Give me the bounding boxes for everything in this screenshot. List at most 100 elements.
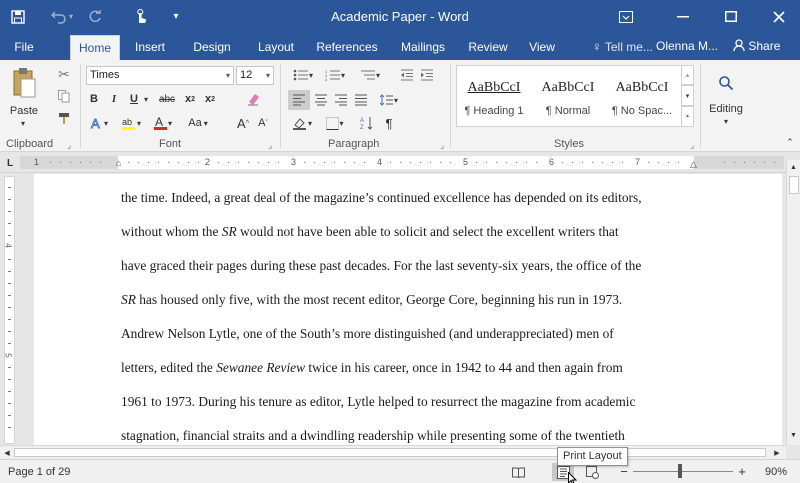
shrink-font-label: A — [258, 117, 266, 129]
clear-formatting-icon[interactable] — [244, 90, 264, 108]
clipboard-launcher-icon[interactable]: ⌟ — [67, 140, 71, 151]
font-size-combo[interactable]: 12 ▾ — [236, 66, 274, 85]
tab-insert[interactable]: Insert — [124, 35, 176, 60]
shading-icon[interactable]: ▾ — [288, 114, 316, 132]
read-mode-icon[interactable] — [510, 464, 526, 480]
page-count[interactable]: Page 1 of 29 — [8, 465, 70, 479]
tab-selector-icon[interactable]: L — [4, 157, 16, 169]
indent-marker-icon[interactable]: ⌂ — [114, 156, 123, 169]
zoom-in-button[interactable]: + — [736, 463, 748, 479]
zoom-level[interactable]: 90% — [760, 465, 792, 479]
tell-me-search[interactable]: ♀ Tell me... — [592, 33, 653, 60]
paste-dropdown-icon[interactable]: ▾ — [16, 118, 30, 128]
styles-scroll-down-icon[interactable]: ▾ — [681, 85, 694, 106]
font-name-combo[interactable]: Times ▾ — [86, 66, 234, 85]
style-no-spacing[interactable]: AaBbCcI ¶ No Spac... — [605, 66, 679, 126]
tab-review[interactable]: Review — [460, 35, 516, 60]
strikethrough-button[interactable]: abc — [154, 90, 180, 108]
vertical-ruler-number: 5 — [3, 353, 13, 358]
find-icon[interactable] — [706, 65, 746, 101]
format-painter-icon[interactable] — [55, 110, 73, 128]
style-sample: AaBbCcI — [467, 80, 521, 95]
horizontal-scrollbar[interactable]: ◀ ▶ — [0, 445, 786, 459]
minimize-icon[interactable] — [660, 0, 706, 33]
share-label: Share — [748, 39, 781, 53]
tab-references[interactable]: References — [308, 35, 386, 60]
editing-button[interactable]: Editing — [702, 102, 750, 116]
align-left-icon[interactable] — [288, 90, 310, 110]
maximize-icon[interactable] — [708, 0, 754, 33]
tab-view[interactable]: View — [520, 35, 564, 60]
ribbon-display-options-icon[interactable] — [603, 0, 649, 33]
chevron-down-icon[interactable]: ▾ — [142, 90, 150, 108]
sort-icon[interactable]: AZ — [358, 114, 376, 132]
bold-button[interactable]: B — [86, 90, 102, 108]
text-run: twice in his career, once in 1942 to 44 … — [305, 360, 623, 375]
paste-button[interactable]: Paste — [4, 104, 44, 118]
tab-layout[interactable]: Layout — [248, 35, 304, 60]
italic-button[interactable]: I — [106, 90, 122, 108]
subscript-button[interactable]: x2 — [182, 90, 198, 108]
horizontal-ruler[interactable]: 1 2 3 4 5 6 7 ⌂ △ — [20, 156, 784, 169]
scroll-down-icon[interactable]: ▼ — [788, 430, 799, 440]
zoom-slider-thumb[interactable] — [678, 464, 682, 478]
italic-text-run: SR — [221, 224, 237, 239]
collapse-ribbon-icon[interactable]: ⌃ — [784, 136, 796, 148]
scroll-left-icon[interactable]: ◀ — [2, 447, 12, 458]
right-indent-marker-icon[interactable]: △ — [689, 159, 698, 169]
underline-button[interactable]: U — [126, 90, 142, 108]
text-run: the time. Indeed, a great deal of the ma… — [121, 190, 642, 205]
zoom-slider-track[interactable] — [633, 471, 733, 472]
close-icon[interactable] — [756, 0, 800, 33]
scroll-thumb[interactable] — [789, 176, 799, 194]
svg-text:ab: ab — [122, 117, 132, 127]
share-button[interactable]: Share — [733, 33, 780, 60]
tab-home[interactable]: Home — [70, 35, 120, 60]
account-name[interactable]: Olenna M... — [656, 33, 718, 60]
increase-indent-icon[interactable] — [418, 66, 436, 84]
bullets-icon[interactable]: ▾ — [288, 66, 318, 84]
chevron-down-icon[interactable]: ▾ — [720, 116, 732, 126]
style-normal[interactable]: AaBbCcI ¶ Normal — [531, 66, 605, 126]
style-sample: AaBbCcI — [615, 80, 669, 95]
styles-launcher-icon[interactable]: ⌟ — [690, 140, 694, 151]
vertical-scrollbar[interactable]: ▲ ▼ — [786, 160, 800, 445]
justify-icon[interactable] — [352, 90, 370, 110]
line-spacing-icon[interactable]: ▾ — [376, 90, 402, 110]
change-case-button[interactable]: Aa ▾ — [182, 114, 214, 132]
superscript-button[interactable]: x2 — [202, 90, 218, 108]
web-layout-icon[interactable] — [584, 464, 600, 480]
font-launcher-icon[interactable]: ⌟ — [268, 140, 272, 151]
show-marks-icon[interactable]: ¶ — [380, 114, 398, 132]
scroll-up-icon[interactable]: ▲ — [788, 162, 799, 172]
tab-mailings[interactable]: Mailings — [390, 35, 456, 60]
decrease-indent-icon[interactable] — [398, 66, 416, 84]
tab-file[interactable]: File — [0, 35, 48, 60]
scroll-right-icon[interactable]: ▶ — [772, 447, 782, 458]
horizontal-scroll-thumb[interactable] — [14, 448, 766, 457]
styles-scroll-up-icon[interactable]: ▴ — [681, 65, 694, 85]
document-page[interactable]: the time. Indeed, a great deal of the ma… — [34, 174, 782, 445]
cut-icon[interactable]: ✂ — [55, 65, 73, 83]
copy-icon[interactable] — [55, 87, 73, 105]
lightbulb-icon: ♀ — [592, 39, 602, 54]
numbering-icon[interactable]: 123 ▾ — [320, 66, 350, 84]
font-color-icon[interactable]: A ▾ — [148, 114, 178, 132]
styles-more-icon[interactable]: ⩡ — [681, 106, 694, 127]
document-line: 1961 to 1973. During his tenure as edito… — [121, 394, 635, 410]
text-effects-icon[interactable]: A ▾ — [86, 114, 112, 132]
highlight-color-icon[interactable]: ab ▾ — [116, 114, 146, 132]
vertical-ruler[interactable]: 4 5 — [4, 176, 15, 444]
document-line: SR has housed only five, with the most r… — [121, 292, 622, 308]
grow-font-button[interactable]: A ^ — [234, 114, 252, 132]
multilevel-list-icon[interactable]: ▾ — [354, 66, 386, 84]
tab-design[interactable]: Design — [182, 35, 242, 60]
align-center-icon[interactable] — [312, 90, 330, 110]
paste-icon[interactable] — [8, 64, 40, 104]
style-heading-1[interactable]: AaBbCcI ¶ Heading 1 — [457, 66, 531, 126]
borders-icon[interactable]: ▾ — [320, 114, 350, 132]
divider — [700, 64, 701, 148]
paragraph-launcher-icon[interactable]: ⌟ — [440, 140, 444, 151]
align-right-icon[interactable] — [332, 90, 350, 110]
shrink-font-button[interactable]: Aˇ — [254, 114, 272, 132]
